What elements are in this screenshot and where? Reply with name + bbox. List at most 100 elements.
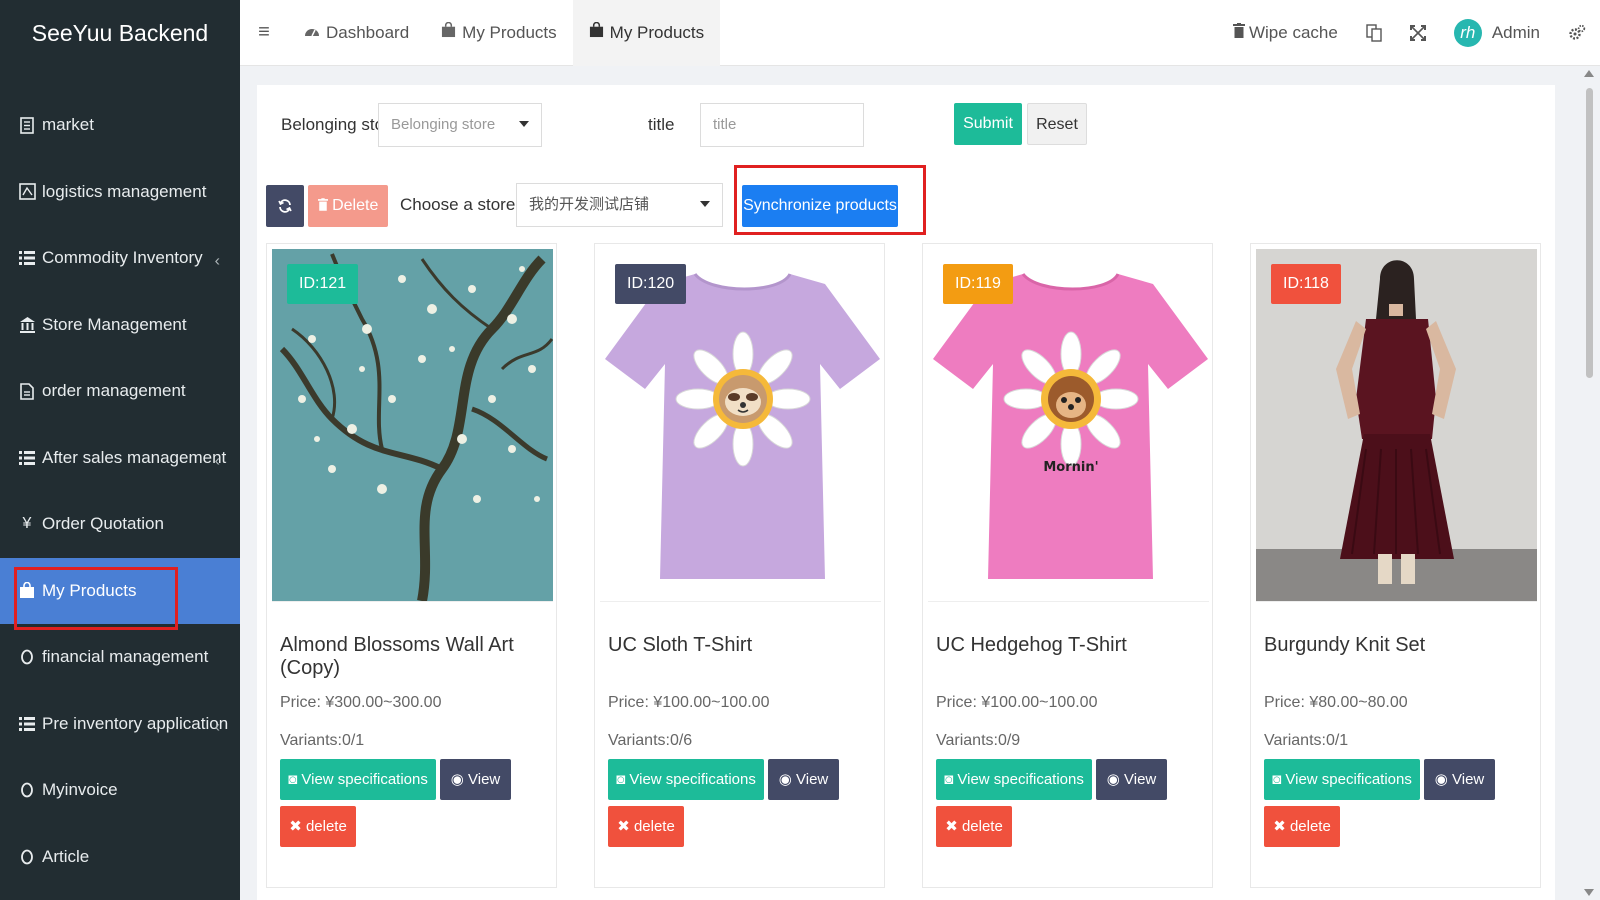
product-id-badge: ID:119: [943, 264, 1013, 304]
delete-product-button[interactable]: ✖ delete: [936, 806, 1012, 847]
sidebar-item-label: Pre inventory application: [42, 713, 229, 733]
scroll-down-arrow-icon[interactable]: [1584, 889, 1594, 896]
product-variants: Variants:0/9: [936, 732, 1021, 749]
camera-icon: ◙: [288, 771, 298, 788]
delete-product-button[interactable]: ✖ delete: [608, 806, 684, 847]
scroll-up-arrow-icon[interactable]: [1584, 70, 1594, 77]
product-image[interactable]: Mornin' ID:119: [928, 249, 1209, 601]
close-icon: ✖: [945, 818, 958, 835]
view-specifications-button[interactable]: ◙ View specifications: [608, 759, 764, 800]
camera-icon: ◙: [1272, 771, 1282, 788]
belonging-store-select[interactable]: Belonging store: [378, 103, 542, 147]
view-button[interactable]: ◉ View: [1424, 759, 1495, 800]
choose-store-label: Choose a store :: [400, 195, 525, 214]
eye-icon: ◉: [1434, 771, 1448, 788]
view-button[interactable]: ◉ View: [440, 759, 511, 800]
trash-icon: [317, 197, 328, 214]
sidebar-menu: market logistics management Commodity In…: [0, 92, 240, 890]
view-specifications-button[interactable]: ◙ View specifications: [280, 759, 436, 800]
button-label: delete: [305, 818, 347, 835]
product-variants: Variants:0/1: [1264, 732, 1349, 749]
scrollbar-thumb[interactable]: [1586, 88, 1593, 378]
button-label: delete: [633, 818, 675, 835]
button-label: delete: [961, 818, 1003, 835]
user-menu[interactable]: rh Admin: [1453, 19, 1540, 47]
view-button[interactable]: ◉ View: [768, 759, 839, 800]
button-label: View specifications: [629, 771, 756, 788]
delete-product-button[interactable]: ✖ delete: [280, 806, 356, 847]
product-image[interactable]: ID:118: [1256, 249, 1537, 601]
product-name: Almond Blossoms Wall Art (Copy): [280, 634, 514, 679]
vertical-scrollbar[interactable]: [1584, 66, 1594, 900]
product-id-badge: ID:121: [287, 264, 359, 304]
sidebar-item-label: After sales management: [42, 447, 227, 467]
avatar: rh: [1453, 19, 1482, 47]
delete-button[interactable]: Delete: [308, 185, 388, 227]
highlight-box: [734, 165, 926, 235]
shopping-bag-icon: [441, 21, 456, 43]
title-input[interactable]: title: [700, 103, 864, 147]
sidebar-item-myinvoice[interactable]: Myinvoice: [0, 757, 240, 824]
view-specifications-button[interactable]: ◙ View specifications: [936, 759, 1092, 800]
product-price: Price: ¥300.00~300.00: [280, 694, 442, 711]
list-icon: [18, 449, 36, 467]
tab-dashboard[interactable]: Dashboard: [288, 0, 425, 66]
product-image[interactable]: ID:121: [272, 249, 553, 601]
bank-icon: [18, 316, 36, 334]
close-icon: ✖: [1273, 818, 1286, 835]
tab-label: My Products: [609, 22, 705, 42]
list-icon: [18, 715, 36, 733]
submit-button[interactable]: Submit: [954, 103, 1022, 145]
product-variants: Variants:0/6: [608, 732, 693, 749]
button-label: View specifications: [1285, 771, 1412, 788]
yen-icon: ¥: [22, 515, 32, 533]
card-divider: [600, 601, 881, 602]
sidebar-item-logistics-management[interactable]: logistics management: [0, 159, 240, 226]
choose-store-value: 我的开发测试店铺: [529, 196, 650, 213]
product-card: Mornin' ID:119 UC Hedgehog T-Shirt Price…: [922, 243, 1213, 888]
fullscreen-icon[interactable]: [1409, 25, 1426, 41]
tab-label: Dashboard: [326, 22, 410, 42]
document-icon: [18, 116, 36, 134]
close-icon: ✖: [617, 818, 630, 835]
sidebar-item-market[interactable]: market: [0, 92, 240, 159]
sidebar: SeeYuu Backend market logistics manageme…: [0, 0, 240, 900]
sidebar-item-article[interactable]: Article: [0, 824, 240, 891]
product-price: Price: ¥80.00~80.00: [1264, 694, 1408, 711]
belonging-store-placeholder: Belonging store: [391, 116, 496, 133]
camera-icon: ◙: [944, 771, 954, 788]
product-id-badge: ID:120: [615, 264, 687, 304]
view-button[interactable]: ◉ View: [1096, 759, 1167, 800]
translate-icon[interactable]: [1366, 24, 1382, 42]
sidebar-item-label: Commodity Inventory: [42, 248, 203, 268]
sidebar-item-commodity-inventory[interactable]: Commodity Inventory ‹: [0, 225, 240, 292]
sidebar-item-store-management[interactable]: Store Management: [0, 292, 240, 359]
user-name: Admin: [1491, 23, 1540, 42]
chevron-left-icon: ‹: [214, 452, 220, 470]
sidebar-item-my-products[interactable]: My Products: [0, 557, 240, 624]
wipe-cache-button[interactable]: Wipe cache: [1232, 23, 1338, 43]
sidebar-item-label: order management: [42, 381, 186, 401]
sidebar-item-order-quotation[interactable]: ¥ Order Quotation: [0, 491, 240, 558]
refresh-button[interactable]: [266, 185, 304, 227]
sidebar-item-label: Store Management: [42, 314, 187, 334]
sidebar-item-financial-management[interactable]: financial management: [0, 624, 240, 691]
choose-store-select[interactable]: 我的开发测试店铺: [516, 183, 723, 227]
view-specifications-button[interactable]: ◙ View specifications: [1264, 759, 1420, 800]
sidebar-item-order-management[interactable]: order management: [0, 358, 240, 425]
button-label: View specifications: [957, 771, 1084, 788]
settings-gears-icon[interactable]: [1568, 24, 1586, 42]
product-card: ID:118 Burgundy Knit Set Price: ¥80.00~8…: [1250, 243, 1541, 888]
reset-button[interactable]: Reset: [1027, 103, 1087, 145]
button-label: View: [1452, 771, 1485, 788]
tab-my-products-current[interactable]: My Products: [572, 0, 721, 66]
tshirt-print-text: Mornin': [1043, 460, 1098, 475]
tab-my-products[interactable]: My Products: [425, 0, 572, 66]
delete-product-button[interactable]: ✖ delete: [1264, 806, 1340, 847]
sidebar-item-pre-inventory-application[interactable]: Pre inventory application ‹: [0, 691, 240, 758]
product-image[interactable]: ID:120: [600, 249, 881, 601]
main-content: Belonging store Belonging store title ti…: [257, 85, 1555, 900]
delete-label: Delete: [332, 197, 379, 214]
hamburger-menu-icon[interactable]: ≡: [240, 21, 288, 44]
sidebar-item-after-sales-management[interactable]: After sales management ‹: [0, 425, 240, 492]
